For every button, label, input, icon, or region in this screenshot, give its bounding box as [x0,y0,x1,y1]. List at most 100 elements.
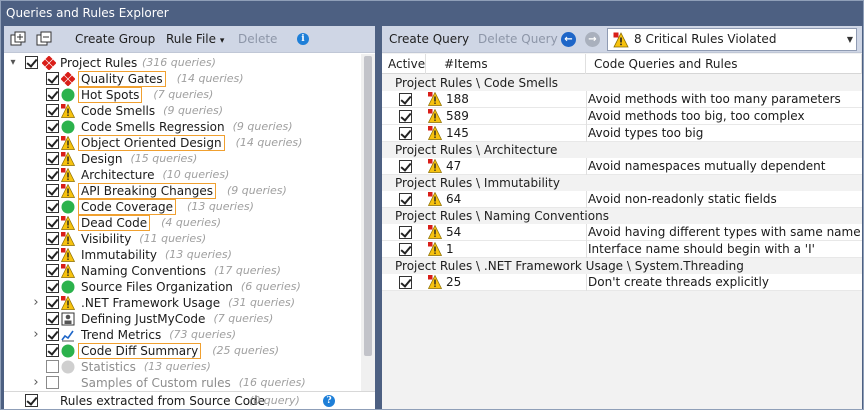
rule-row[interactable]: 188 Avoid methods with too many parameter… [382,91,862,108]
rule-active-checkbox[interactable] [399,127,412,140]
rule-row[interactable]: 25 Don't create threads explicitly [382,274,862,291]
panel-splitter[interactable] [375,26,381,409]
delete-button[interactable]: Delete [238,26,277,53]
column-header-name[interactable]: Code Queries and Rules [586,54,862,74]
collapse-arrow-icon[interactable]: ▾ [8,56,18,70]
critical-warning-icon [428,275,442,289]
tree-item[interactable]: Source Files Organization (6 queries) [4,279,361,295]
tree-item-count: (31 queries) [228,296,296,309]
back-arrow-icon[interactable]: ← [561,32,576,47]
grid-header: Active #Items Code Queries and Rules [382,54,862,74]
create-group-button[interactable]: Create Group [75,26,155,53]
tree-item-checkbox[interactable] [46,344,59,357]
tree-item-count: (6 queries) [240,280,301,293]
column-separator [586,158,587,175]
tree-item-checkbox[interactable] [46,72,59,85]
help-icon[interactable]: ? [323,395,335,407]
left-toolbar: Create Group Rule File ▾ Delete i [4,26,375,53]
tree-item[interactable]: Defining JustMyCode (7 queries) [4,311,361,327]
forward-arrow-icon[interactable]: → [585,32,600,47]
tree-item[interactable]: Code Coverage (13 queries) [4,199,361,215]
tree-item[interactable]: Design (15 queries) [4,151,361,167]
rule-active-checkbox[interactable] [399,243,412,256]
tree-item-checkbox[interactable] [46,184,59,197]
tree-item[interactable]: › .NET Framework Usage (31 queries) [4,295,361,311]
tree-item-checkbox[interactable] [46,216,59,229]
tree-item[interactable]: Visibility (11 queries) [4,231,361,247]
tree-item-label: Architecture [81,168,155,182]
rule-row[interactable]: 1 Interface name should begin with a 'I' [382,241,862,258]
rule-name: Avoid methods too big, too complex [588,109,805,123]
rule-active-checkbox[interactable] [399,110,412,123]
tree-item-label: Defining JustMyCode [81,312,206,326]
rule-row[interactable]: 47 Avoid namespaces mutually dependent [382,158,862,175]
tree-item-checkbox[interactable] [46,200,59,213]
tree-item-checkbox[interactable] [46,104,59,117]
rule-row[interactable]: 64 Avoid non-readonly static fields [382,191,862,208]
tree-scrollbar[interactable] [361,54,375,394]
rule-active-checkbox[interactable] [399,160,412,173]
tree-item-checkbox[interactable] [46,360,59,373]
tree-item-label: Source Files Organization [81,280,233,294]
tree-scrollbar-thumb[interactable] [364,56,372,356]
source-code-rules-checkbox[interactable] [25,394,38,407]
column-header-active[interactable]: Active [382,54,426,74]
tree-item-checkbox[interactable] [46,248,59,261]
tree-item-checkbox[interactable] [46,120,59,133]
root-checkbox[interactable] [25,56,38,69]
tree-item-count: (13 queries) [187,200,254,213]
delete-query-button[interactable]: Delete Query [478,26,558,53]
rule-active-checkbox[interactable] [399,93,412,106]
expand-arrow-icon[interactable]: › [31,296,41,310]
tree-item-checkbox[interactable] [46,88,59,101]
tree-item-checkbox[interactable] [46,264,59,277]
create-query-button[interactable]: Create Query [389,26,469,53]
tree-item[interactable]: Naming Conventions (17 queries) [4,263,361,279]
expand-arrow-icon[interactable]: › [31,328,41,342]
warning-icon [61,248,75,262]
tree-item-checkbox[interactable] [46,280,59,293]
tree-root-count: (316 queries) [142,56,216,69]
rule-active-checkbox[interactable] [399,276,412,289]
tree-item[interactable]: API Breaking Changes (9 queries) [4,183,361,199]
expand-all-icon[interactable] [10,31,26,47]
rule-active-checkbox[interactable] [399,193,412,206]
rule-file-menu-button[interactable]: Rule File ▾ [166,26,224,53]
source-code-rules-row[interactable]: Rules extracted from Source Code (0 quer… [4,391,375,409]
tree-root-project-rules[interactable]: ▾ Project Rules (316 queries) [4,55,361,71]
tree-item[interactable]: Object Oriented Design (14 queries) [4,135,361,151]
tree-item[interactable]: › Samples of Custom rules (16 queries) [4,375,361,391]
rules-status-dropdown[interactable]: 8 Critical Rules Violated ▼ [607,28,857,51]
tree-item[interactable]: Code Smells Regression (9 queries) [4,119,361,135]
column-separator [586,191,587,208]
tree-item[interactable]: Hot Spots (7 queries) [4,87,361,103]
tree-item[interactable]: Immutability (13 queries) [4,247,361,263]
tree-item[interactable]: Quality Gates (14 queries) [4,71,361,87]
rule-item-count: 54 [446,225,462,239]
column-header-items[interactable]: #Items [426,54,586,74]
tree-item-label: Code Smells [81,104,156,118]
warning-icon [61,168,75,182]
tree-item-checkbox[interactable] [46,152,59,165]
gray-circle-icon [61,360,75,374]
collapse-all-icon[interactable] [36,31,52,47]
tree-item[interactable]: Dead Code (4 queries) [4,215,361,231]
rule-row[interactable]: 145 Avoid types too big [382,125,862,142]
tree-item-checkbox[interactable] [46,312,59,325]
tree-item[interactable]: › Trend Metrics (73 queries) [4,327,361,343]
tree-item-checkbox[interactable] [46,376,59,389]
tree-item-checkbox[interactable] [46,168,59,181]
tree-item[interactable]: Code Diff Summary (25 queries) [4,343,361,359]
expand-arrow-icon[interactable]: › [31,376,41,390]
rule-row[interactable]: 54 Avoid having different types with same… [382,224,862,241]
rule-row[interactable]: 589 Avoid methods too big, too complex [382,108,862,125]
tree-item[interactable]: Architecture (10 queries) [4,167,361,183]
tree-item-checkbox[interactable] [46,328,59,341]
info-icon[interactable]: i [297,33,309,45]
rule-active-checkbox[interactable] [399,226,412,239]
tree-item-checkbox[interactable] [46,232,59,245]
tree-item-checkbox[interactable] [46,136,59,149]
tree-item-checkbox[interactable] [46,296,59,309]
tree-item[interactable]: Code Smells (9 queries) [4,103,361,119]
tree-item[interactable]: Statistics (13 queries) [4,359,361,375]
